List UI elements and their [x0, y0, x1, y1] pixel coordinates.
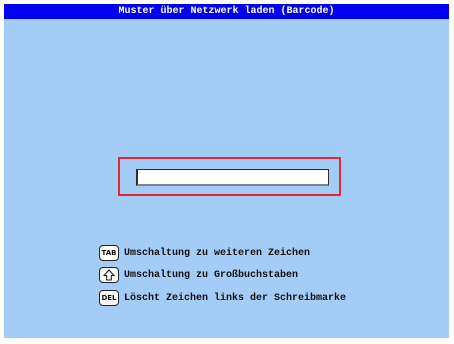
hint-del: DEL Löscht Zeichen links der Schreibmark… — [99, 290, 346, 306]
shift-arrow-icon — [99, 267, 119, 283]
del-key-icon: DEL — [99, 290, 119, 306]
window-title: Muster über Netzwerk laden (Barcode) — [4, 4, 449, 19]
hint-tab: TAB Umschaltung zu weiteren Zeichen — [99, 245, 310, 261]
barcode-input[interactable] — [136, 169, 329, 186]
hint-tab-text: Umschaltung zu weiteren Zeichen — [124, 247, 311, 259]
tab-key-icon: TAB — [99, 245, 119, 261]
hint-shift-text: Umschaltung zu Großbuchstaben — [124, 269, 299, 281]
hint-del-text: Löscht Zeichen links der Schreibmarke — [124, 292, 347, 304]
input-focus-frame — [118, 157, 341, 196]
barcode-load-screen: Muster über Netzwerk laden (Barcode) TAB… — [4, 4, 449, 338]
hint-shift: Umschaltung zu Großbuchstaben — [99, 267, 298, 283]
